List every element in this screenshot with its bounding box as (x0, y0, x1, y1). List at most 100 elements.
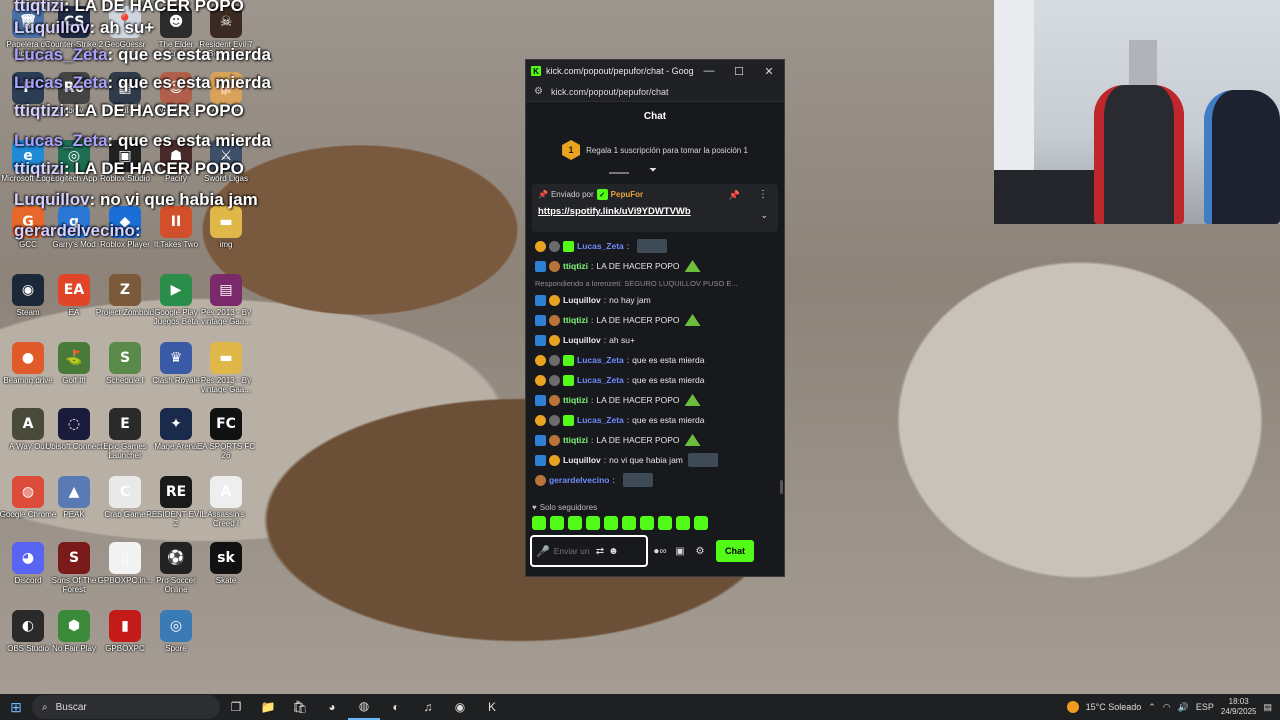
emote-button[interactable] (586, 516, 600, 530)
chat-text: no hay jam (609, 295, 651, 305)
obs-taskbar-icon[interactable]: ◐ (380, 700, 412, 714)
wifi-icon[interactable]: ◠ (1163, 702, 1171, 713)
emote-button[interactable] (694, 516, 708, 530)
weather-sun-icon[interactable] (1066, 701, 1079, 713)
emote-button[interactable] (676, 516, 690, 530)
weather-text[interactable]: 15°C Soleado (1086, 702, 1142, 712)
chat-username[interactable]: Luquillov (563, 455, 601, 465)
emote-image (687, 453, 718, 467)
chat-username[interactable]: ttiqtizi (563, 435, 588, 445)
emote-button[interactable] (550, 516, 564, 530)
chat-message-input[interactable] (553, 546, 592, 556)
gift-icon[interactable]: ▣ (672, 546, 688, 557)
start-button-windows-icon[interactable]: ⊞ (0, 699, 32, 716)
app-icon: ▬ (210, 206, 242, 238)
chrome-taskbar-icon[interactable]: ◍ (348, 694, 380, 720)
language-indicator[interactable]: ESP (1196, 702, 1214, 712)
address-bar[interactable]: ⚙ kick.com/popout/pepufor/chat (526, 82, 784, 102)
overlay-chat-text: que es esta mierda (117, 73, 272, 92)
emoji-icon[interactable]: ☻ (608, 546, 619, 557)
maximize-button[interactable]: ☐ (724, 65, 754, 78)
chat-username[interactable]: Lucas_Zeta (577, 355, 624, 365)
chat-username[interactable]: Lucas_Zeta (577, 415, 624, 425)
webcam-shelf (1129, 40, 1157, 90)
desktop-icon[interactable]: ▬ img (196, 206, 256, 249)
settings-gear-icon[interactable]: ⚙ (692, 546, 708, 557)
chat-message[interactable]: ttiqtizi: LA DE HACER POPO (535, 256, 784, 276)
task-view-icon[interactable]: ❐ (220, 700, 252, 714)
overlay-chat-separator: : (64, 0, 75, 15)
microphone-icon[interactable]: 🎤 (536, 545, 550, 558)
chat-username[interactable]: Luquillov (563, 335, 601, 345)
more-options-icon[interactable]: ⋮ (758, 189, 768, 200)
chat-username[interactable]: ttiqtizi (563, 315, 588, 325)
chat-username[interactable]: ttiqtizi (563, 395, 588, 405)
chevron-up-icon[interactable]: ⌃ (1148, 702, 1156, 713)
chevron-down-icon[interactable]: ⌄ (760, 210, 768, 221)
send-chat-button[interactable]: Chat (716, 540, 754, 562)
desktop-icon[interactable]: ▤ Pes 2013 - By vintage Gaa... (196, 274, 256, 326)
chat-username[interactable]: gerardelvecino (549, 475, 609, 485)
desktop-icon[interactable]: sk Skate (196, 542, 256, 585)
user-badge-icon (535, 454, 546, 466)
desktop-icon[interactable]: FC EA SPORTS FC 26 (196, 408, 256, 460)
emote-button[interactable] (532, 516, 546, 530)
emote-button[interactable] (604, 516, 618, 530)
chat-username[interactable]: ttiqtizi (563, 261, 588, 271)
chat-input-box[interactable]: 🎤 ⇄ ☻ (530, 535, 648, 567)
app-icon: ▬ (210, 342, 242, 374)
overlay-chat-text: que es esta mierda (117, 45, 272, 64)
chat-message[interactable]: Luquillov: ah su+ (535, 330, 784, 350)
desktop-icon[interactable]: A Assassin's Creed I (196, 476, 256, 528)
microsoft-store-icon[interactable]: 🛍 (284, 700, 316, 714)
chat-message-list: Lucas_Zeta: ttiqtizi: LA DE HACER POPO Resp… (526, 236, 784, 501)
heart-icon: ♥ (532, 502, 537, 512)
emote-button[interactable] (640, 516, 654, 530)
volume-icon[interactable]: 🔊 (1178, 702, 1189, 713)
emote-button[interactable] (658, 516, 672, 530)
overlay-chat-separator: : (89, 190, 100, 209)
clock-date: 24/9/2025 (1220, 707, 1257, 716)
chat-message[interactable]: gerardelvecino: (535, 470, 784, 490)
emote-button[interactable] (568, 516, 582, 530)
user-badge-icon (549, 394, 560, 406)
app-icon: S (58, 542, 90, 574)
reply-context[interactable]: Respondiendo a lorenzeti: SEGURO LUQUILL… (535, 276, 784, 290)
pinned-link[interactable]: https://spotify.link/uVi9YDWTVWb (538, 206, 772, 217)
spotify-taskbar-icon[interactable]: ♫ (412, 700, 444, 714)
chat-scrollbar[interactable] (780, 480, 783, 494)
translate-icon[interactable]: ⇄ (596, 546, 604, 557)
chat-message[interactable]: Luquillov: no vi que habia jam (535, 450, 784, 470)
overlay-chat-user: ttiqtizi (14, 159, 65, 178)
points-icon[interactable]: ●∞ (652, 546, 668, 557)
chat-message[interactable]: ttiqtizi: LA DE HACER POPO (535, 310, 784, 330)
discord-taskbar-icon[interactable]: ◕ (316, 700, 348, 714)
chat-username[interactable]: Lucas_Zeta (577, 241, 624, 251)
chat-message[interactable]: ttiqtizi: LA DE HACER POPO (535, 430, 784, 450)
pin-icon[interactable]: 📌 (729, 190, 740, 201)
clock[interactable]: 18:03 24/9/2025 (1221, 697, 1257, 717)
chat-message[interactable]: Luquillov: no hay jam (535, 290, 784, 310)
desktop-icon[interactable]: ▬ Pes 2013 - By vintage Gaa... (196, 342, 256, 394)
steam-taskbar-icon[interactable]: ◉ (444, 700, 476, 714)
minimize-button[interactable]: — (694, 65, 724, 77)
gift-sub-promo[interactable]: 1 Regala 1 suscripción para tomar la pos… (526, 130, 784, 170)
chat-username[interactable]: Lucas_Zeta (577, 375, 624, 385)
chat-message[interactable]: Lucas_Zeta: (535, 236, 784, 256)
site-settings-icon[interactable]: ⚙ (534, 86, 543, 97)
pinned-author[interactable]: PepuFor (611, 190, 643, 199)
chat-message[interactable]: Lucas_Zeta: que es esta mierda (535, 410, 784, 430)
taskbar-search[interactable]: ⌕ Buscar (32, 695, 220, 719)
notifications-icon[interactable]: ▤ (1263, 702, 1272, 713)
close-button[interactable]: ✕ (754, 65, 784, 78)
emote-button[interactable] (622, 516, 636, 530)
file-explorer-icon[interactable]: 📁 (252, 700, 284, 714)
desktop-icon[interactable]: ◎ Spore (146, 610, 206, 653)
emote-image (684, 394, 701, 406)
chat-message[interactable]: Lucas_Zeta: que es esta mierda (535, 370, 784, 390)
kick-taskbar-icon[interactable]: K (476, 700, 508, 714)
chat-message[interactable]: Lucas_Zeta: que es esta mierda (535, 350, 784, 370)
chat-message[interactable]: ttiqtizi: LA DE HACER POPO (535, 390, 784, 410)
filter-icon[interactable]: ⏷ (649, 165, 657, 176)
chat-username[interactable]: Luquillov (563, 295, 601, 305)
